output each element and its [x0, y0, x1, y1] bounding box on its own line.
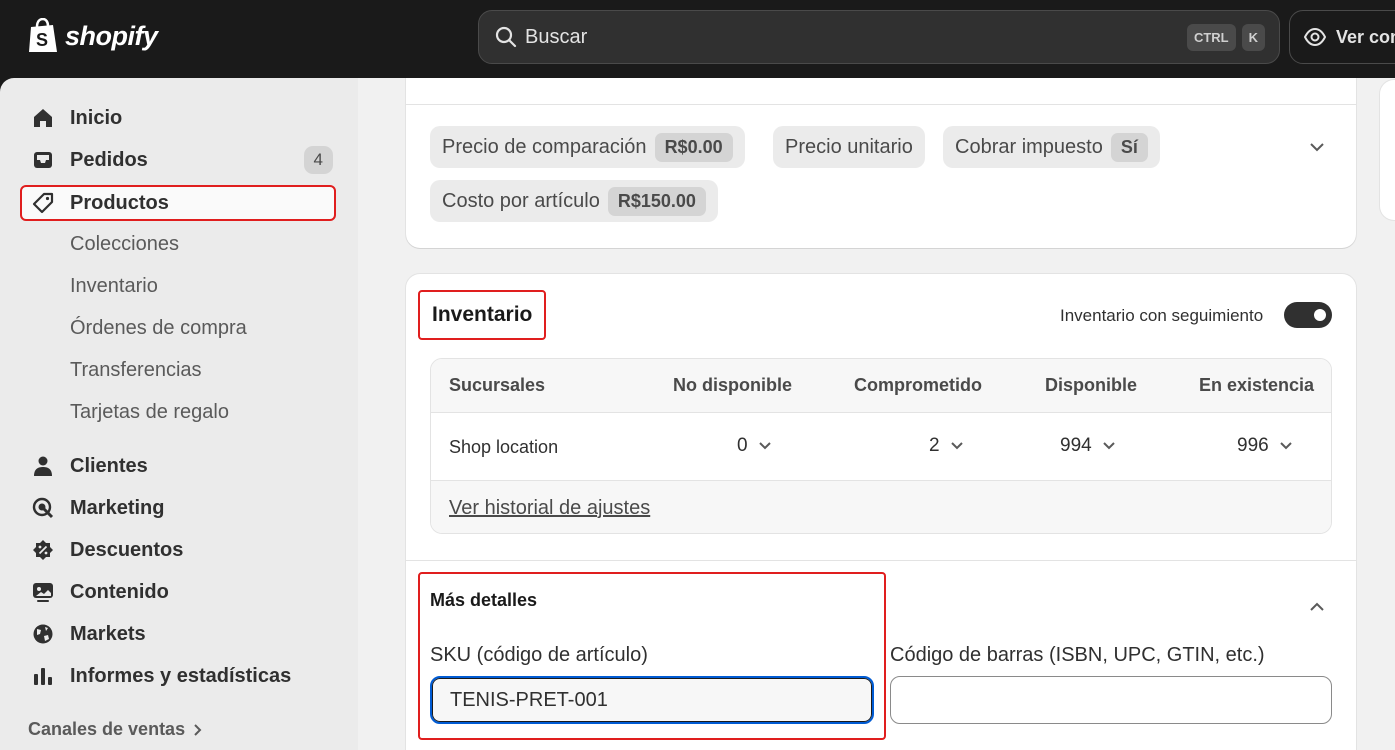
top-bar: S shopify Buscar CTRL K Ver con	[0, 0, 1395, 78]
chevron-down-icon	[950, 442, 963, 450]
chevron-down-icon	[1279, 442, 1292, 450]
column-header: Disponible	[1045, 375, 1138, 395]
sku-input[interactable]	[430, 676, 874, 724]
sidebar-subitem-colecciones[interactable]: Colecciones	[70, 226, 179, 262]
charge-tax-pill[interactable]: Cobrar impuesto Sí	[943, 126, 1160, 168]
sidebar-subitem-ordenes[interactable]: Órdenes de compra	[70, 310, 247, 346]
side-card-edge	[1380, 80, 1395, 220]
orders-count-badge: 4	[303, 146, 333, 174]
unit-price-pill[interactable]: Precio unitario	[773, 126, 925, 168]
view-store-button[interactable]: Ver con	[1289, 10, 1395, 64]
sidebar-item-label: Markets	[70, 622, 146, 645]
cost-per-item-label: Costo por artículo	[442, 189, 600, 212]
on-hand-dropdown[interactable]: 996	[1237, 435, 1293, 457]
divider	[406, 104, 1356, 105]
shortcut-k: K	[1241, 23, 1265, 51]
committed-value: 2	[929, 435, 940, 456]
chevron-down-icon[interactable]	[1308, 138, 1326, 156]
chevron-down-icon	[758, 442, 771, 450]
target-icon	[32, 497, 54, 519]
on-hand-value: 996	[1237, 435, 1269, 456]
unit-price-label: Precio unitario	[785, 135, 913, 158]
table-footer: Ver historial de ajustes	[431, 481, 1331, 533]
location-name: Shop location	[449, 437, 559, 457]
chevron-right-icon	[194, 723, 202, 736]
shopify-bag-icon: S	[29, 18, 57, 52]
available-dropdown[interactable]: 994	[1060, 435, 1116, 457]
committed-dropdown[interactable]: 2	[929, 435, 964, 457]
table-header: Sucursales No disponible Comprometido Di…	[431, 359, 1331, 413]
sidebar-subitem-inventario[interactable]: Inventario	[70, 268, 158, 304]
svg-text:S: S	[36, 30, 48, 50]
shortcut-ctrl: CTRL	[1186, 23, 1236, 51]
sku-label: SKU (código de artículo)	[430, 644, 648, 666]
pricing-card: Precio de comparación R$0.00 Precio unit…	[406, 78, 1356, 248]
unavailable-dropdown[interactable]: 0	[737, 435, 772, 457]
unavailable-value: 0	[737, 435, 748, 456]
tracking-label: Inventario con seguimiento	[1060, 306, 1264, 325]
sidebar-item-markets[interactable]: Markets	[20, 616, 336, 652]
globe-icon	[32, 623, 54, 645]
sidebar-item-marketing[interactable]: Marketing	[20, 490, 336, 526]
eye-icon	[1304, 27, 1326, 47]
sidebar-item-label: Clientes	[70, 454, 148, 477]
more-details-title: Más detalles	[430, 590, 538, 610]
shopify-logo[interactable]: S shopify	[27, 18, 158, 54]
barcode-label: Código de barras (ISBN, UPC, GTIN, etc.)	[890, 644, 1265, 666]
sidebar-item-label: Marketing	[70, 496, 165, 519]
compare-price-label: Precio de comparación	[442, 135, 647, 158]
column-header: Sucursales	[449, 375, 546, 395]
inventory-title: Inventario	[418, 290, 547, 340]
sidebar-item-contenido[interactable]: Contenido	[20, 574, 336, 610]
cost-per-item-pill[interactable]: Costo por artículo R$150.00	[430, 180, 718, 222]
sidebar-item-label: Pedidos	[70, 148, 148, 171]
inventory-table: Sucursales No disponible Comprometido Di…	[430, 358, 1332, 534]
sidebar-item-label: Inicio	[70, 106, 123, 129]
sidebar-item-informes[interactable]: Informes y estadísticas	[20, 658, 336, 694]
table-row: Shop location 0 2 994 996	[431, 413, 1331, 481]
chevron-down-icon	[1102, 442, 1115, 450]
person-icon	[32, 455, 54, 477]
tag-icon	[32, 192, 54, 214]
charge-tax-label: Cobrar impuesto	[955, 135, 1103, 158]
sidebar-subitem-tarjetas[interactable]: Tarjetas de regalo	[70, 394, 229, 430]
cost-per-item-value: R$150.00	[607, 186, 706, 216]
content-icon	[32, 581, 54, 603]
column-header: Comprometido	[854, 375, 982, 395]
barcode-input[interactable]	[890, 676, 1332, 724]
sidebar-item-pedidos[interactable]: Pedidos 4	[20, 142, 336, 178]
inventory-card: Inventario Inventario con seguimiento Su…	[406, 274, 1356, 750]
view-store-label: Ver con	[1336, 26, 1395, 47]
sidebar-item-label: Descuentos	[70, 538, 184, 561]
sales-channels-link[interactable]: Canales de ventas	[28, 719, 203, 740]
adjustment-history-link[interactable]: Ver historial de ajustes	[449, 497, 650, 520]
main-content: Precio de comparación R$0.00 Precio unit…	[358, 78, 1395, 750]
compare-price-value: R$0.00	[654, 132, 733, 162]
available-value: 994	[1060, 435, 1092, 456]
sidebar-item-productos[interactable]: Productos	[20, 185, 336, 221]
brand-name: shopify	[65, 20, 158, 51]
sidebar-item-label: Informes y estadísticas	[70, 664, 292, 687]
sidebar-item-label: Productos	[70, 191, 169, 214]
column-header: No disponible	[673, 375, 792, 395]
inventory-tracking-toggle[interactable]	[1284, 302, 1332, 328]
sales-channels-label: Canales de ventas	[28, 719, 186, 739]
sidebar-subitem-transferencias[interactable]: Transferencias	[70, 352, 202, 388]
discount-icon	[32, 539, 54, 561]
divider	[406, 560, 1356, 561]
sidebar-item-label: Contenido	[70, 580, 169, 603]
home-icon	[32, 107, 54, 129]
sidebar-item-inicio[interactable]: Inicio	[20, 100, 336, 136]
column-header: En existencia	[1199, 375, 1315, 395]
sidebar-item-clientes[interactable]: Clientes	[20, 448, 336, 484]
search-icon	[495, 26, 517, 48]
search-bar[interactable]: Buscar CTRL K	[478, 10, 1280, 64]
chevron-up-icon[interactable]	[1308, 598, 1326, 616]
search-placeholder: Buscar	[525, 25, 588, 48]
sidebar-item-descuentos[interactable]: Descuentos	[20, 532, 336, 568]
inbox-icon	[32, 149, 54, 171]
chart-icon	[32, 665, 54, 687]
compare-price-pill[interactable]: Precio de comparación R$0.00	[430, 126, 745, 168]
charge-tax-value: Sí	[1110, 132, 1148, 162]
